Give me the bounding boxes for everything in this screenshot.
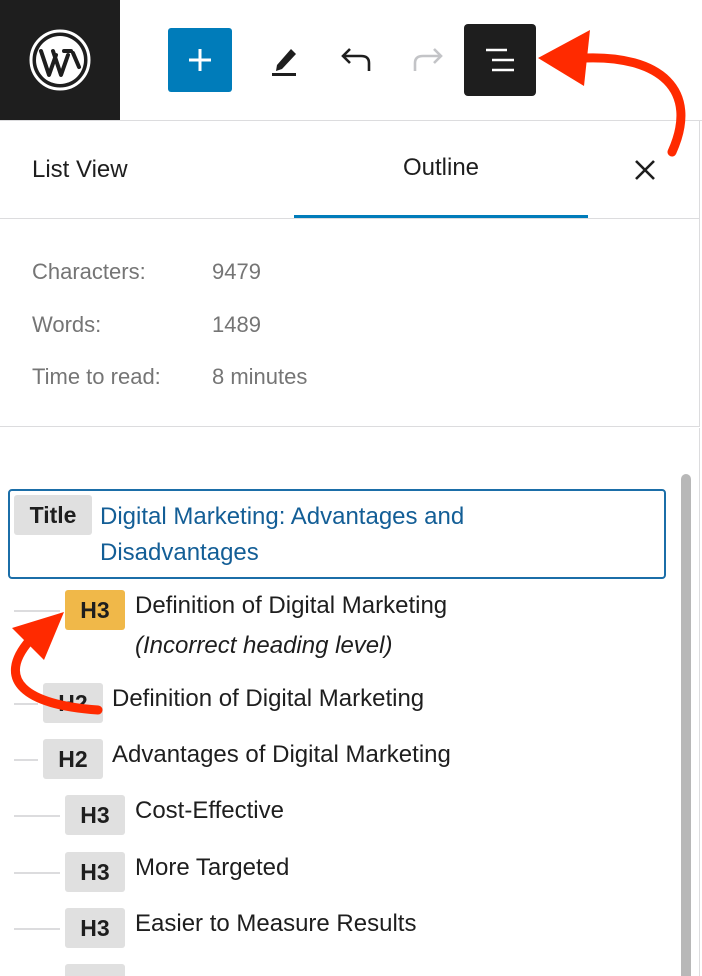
heading-level-badge: H3 bbox=[65, 852, 125, 892]
tools-button[interactable] bbox=[252, 28, 316, 92]
heading-warning: (Incorrect heading level) bbox=[135, 632, 393, 659]
outline-item[interactable]: H2 Definition of Digital Marketing bbox=[0, 683, 660, 727]
plus-icon bbox=[189, 49, 211, 71]
outline-item[interactable]: H3 Easier to Measure Results bbox=[0, 908, 660, 952]
heading-text[interactable]: Definition of Digital Marketing bbox=[135, 592, 447, 620]
document-overview-button[interactable] bbox=[464, 24, 536, 96]
add-block-button[interactable] bbox=[168, 28, 232, 92]
heading-text[interactable]: More Targeted bbox=[135, 854, 289, 882]
pencil-icon bbox=[272, 49, 296, 76]
redo-button[interactable] bbox=[396, 28, 460, 92]
words-row: Words: 1489 bbox=[32, 312, 261, 338]
outline-item[interactable]: H3 Cost-Effective bbox=[0, 795, 660, 839]
indent-line bbox=[14, 759, 38, 761]
outline-title-item[interactable]: Title Digital Marketing: Advantages and … bbox=[8, 489, 666, 579]
indent-line bbox=[14, 610, 60, 612]
heading-text[interactable]: Easier to Measure Results bbox=[135, 910, 416, 938]
characters-row: Characters: 9479 bbox=[32, 259, 261, 285]
heading-level-badge: H2 bbox=[43, 739, 103, 779]
scrollbar[interactable] bbox=[681, 474, 691, 976]
words-value: 1489 bbox=[212, 312, 261, 337]
undo-icon bbox=[341, 48, 371, 71]
indent-line bbox=[14, 928, 60, 930]
tab-list-view[interactable]: List View bbox=[32, 121, 128, 218]
time-to-read-value: 8 minutes bbox=[212, 364, 308, 389]
heading-level-badge: H3 bbox=[65, 590, 125, 630]
close-icon bbox=[635, 160, 655, 180]
redo-icon bbox=[413, 48, 443, 71]
undo-button[interactable] bbox=[324, 28, 388, 92]
heading-level-badge: H3 bbox=[65, 964, 125, 976]
title-badge: Title bbox=[14, 495, 92, 535]
outline-item[interactable]: H2 Advantages of Digital Marketing bbox=[0, 739, 660, 783]
characters-label: Characters: bbox=[32, 259, 146, 284]
time-to-read-row: Time to read: 8 minutes bbox=[32, 364, 307, 390]
heading-text[interactable]: Advantages of Digital Marketing bbox=[112, 741, 451, 769]
wordpress-logo-icon[interactable] bbox=[0, 0, 120, 120]
tab-outline[interactable]: Outline bbox=[294, 121, 588, 218]
heading-level-badge: H3 bbox=[65, 795, 125, 835]
outline-item[interactable]: H3 bbox=[0, 964, 660, 976]
close-panel-button[interactable] bbox=[631, 156, 659, 184]
heading-level-badge: H3 bbox=[65, 908, 125, 948]
heading-level-badge: H2 bbox=[43, 683, 103, 723]
editor-toolbar bbox=[0, 0, 702, 121]
document-overview-icon bbox=[486, 48, 514, 72]
indent-line bbox=[14, 703, 38, 705]
document-outline: Title Digital Marketing: Advantages and … bbox=[0, 428, 700, 976]
outline-item[interactable]: H3 Definition of Digital Marketing bbox=[0, 590, 660, 634]
words-label: Words: bbox=[32, 312, 102, 337]
outline-item[interactable]: H3 More Targeted bbox=[0, 852, 660, 896]
indent-line bbox=[14, 872, 60, 874]
heading-text[interactable]: Definition of Digital Marketing bbox=[112, 685, 424, 713]
characters-value: 9479 bbox=[212, 259, 261, 284]
time-to-read-label: Time to read: bbox=[32, 364, 161, 389]
panel-tabs: List View Outline bbox=[0, 121, 700, 219]
document-stats: Characters: 9479 Words: 1489 Time to rea… bbox=[0, 219, 700, 427]
indent-line bbox=[14, 815, 60, 817]
document-title-link[interactable]: Digital Marketing: Advantages and Disadv… bbox=[100, 499, 600, 571]
heading-text[interactable]: Cost-Effective bbox=[135, 797, 284, 825]
